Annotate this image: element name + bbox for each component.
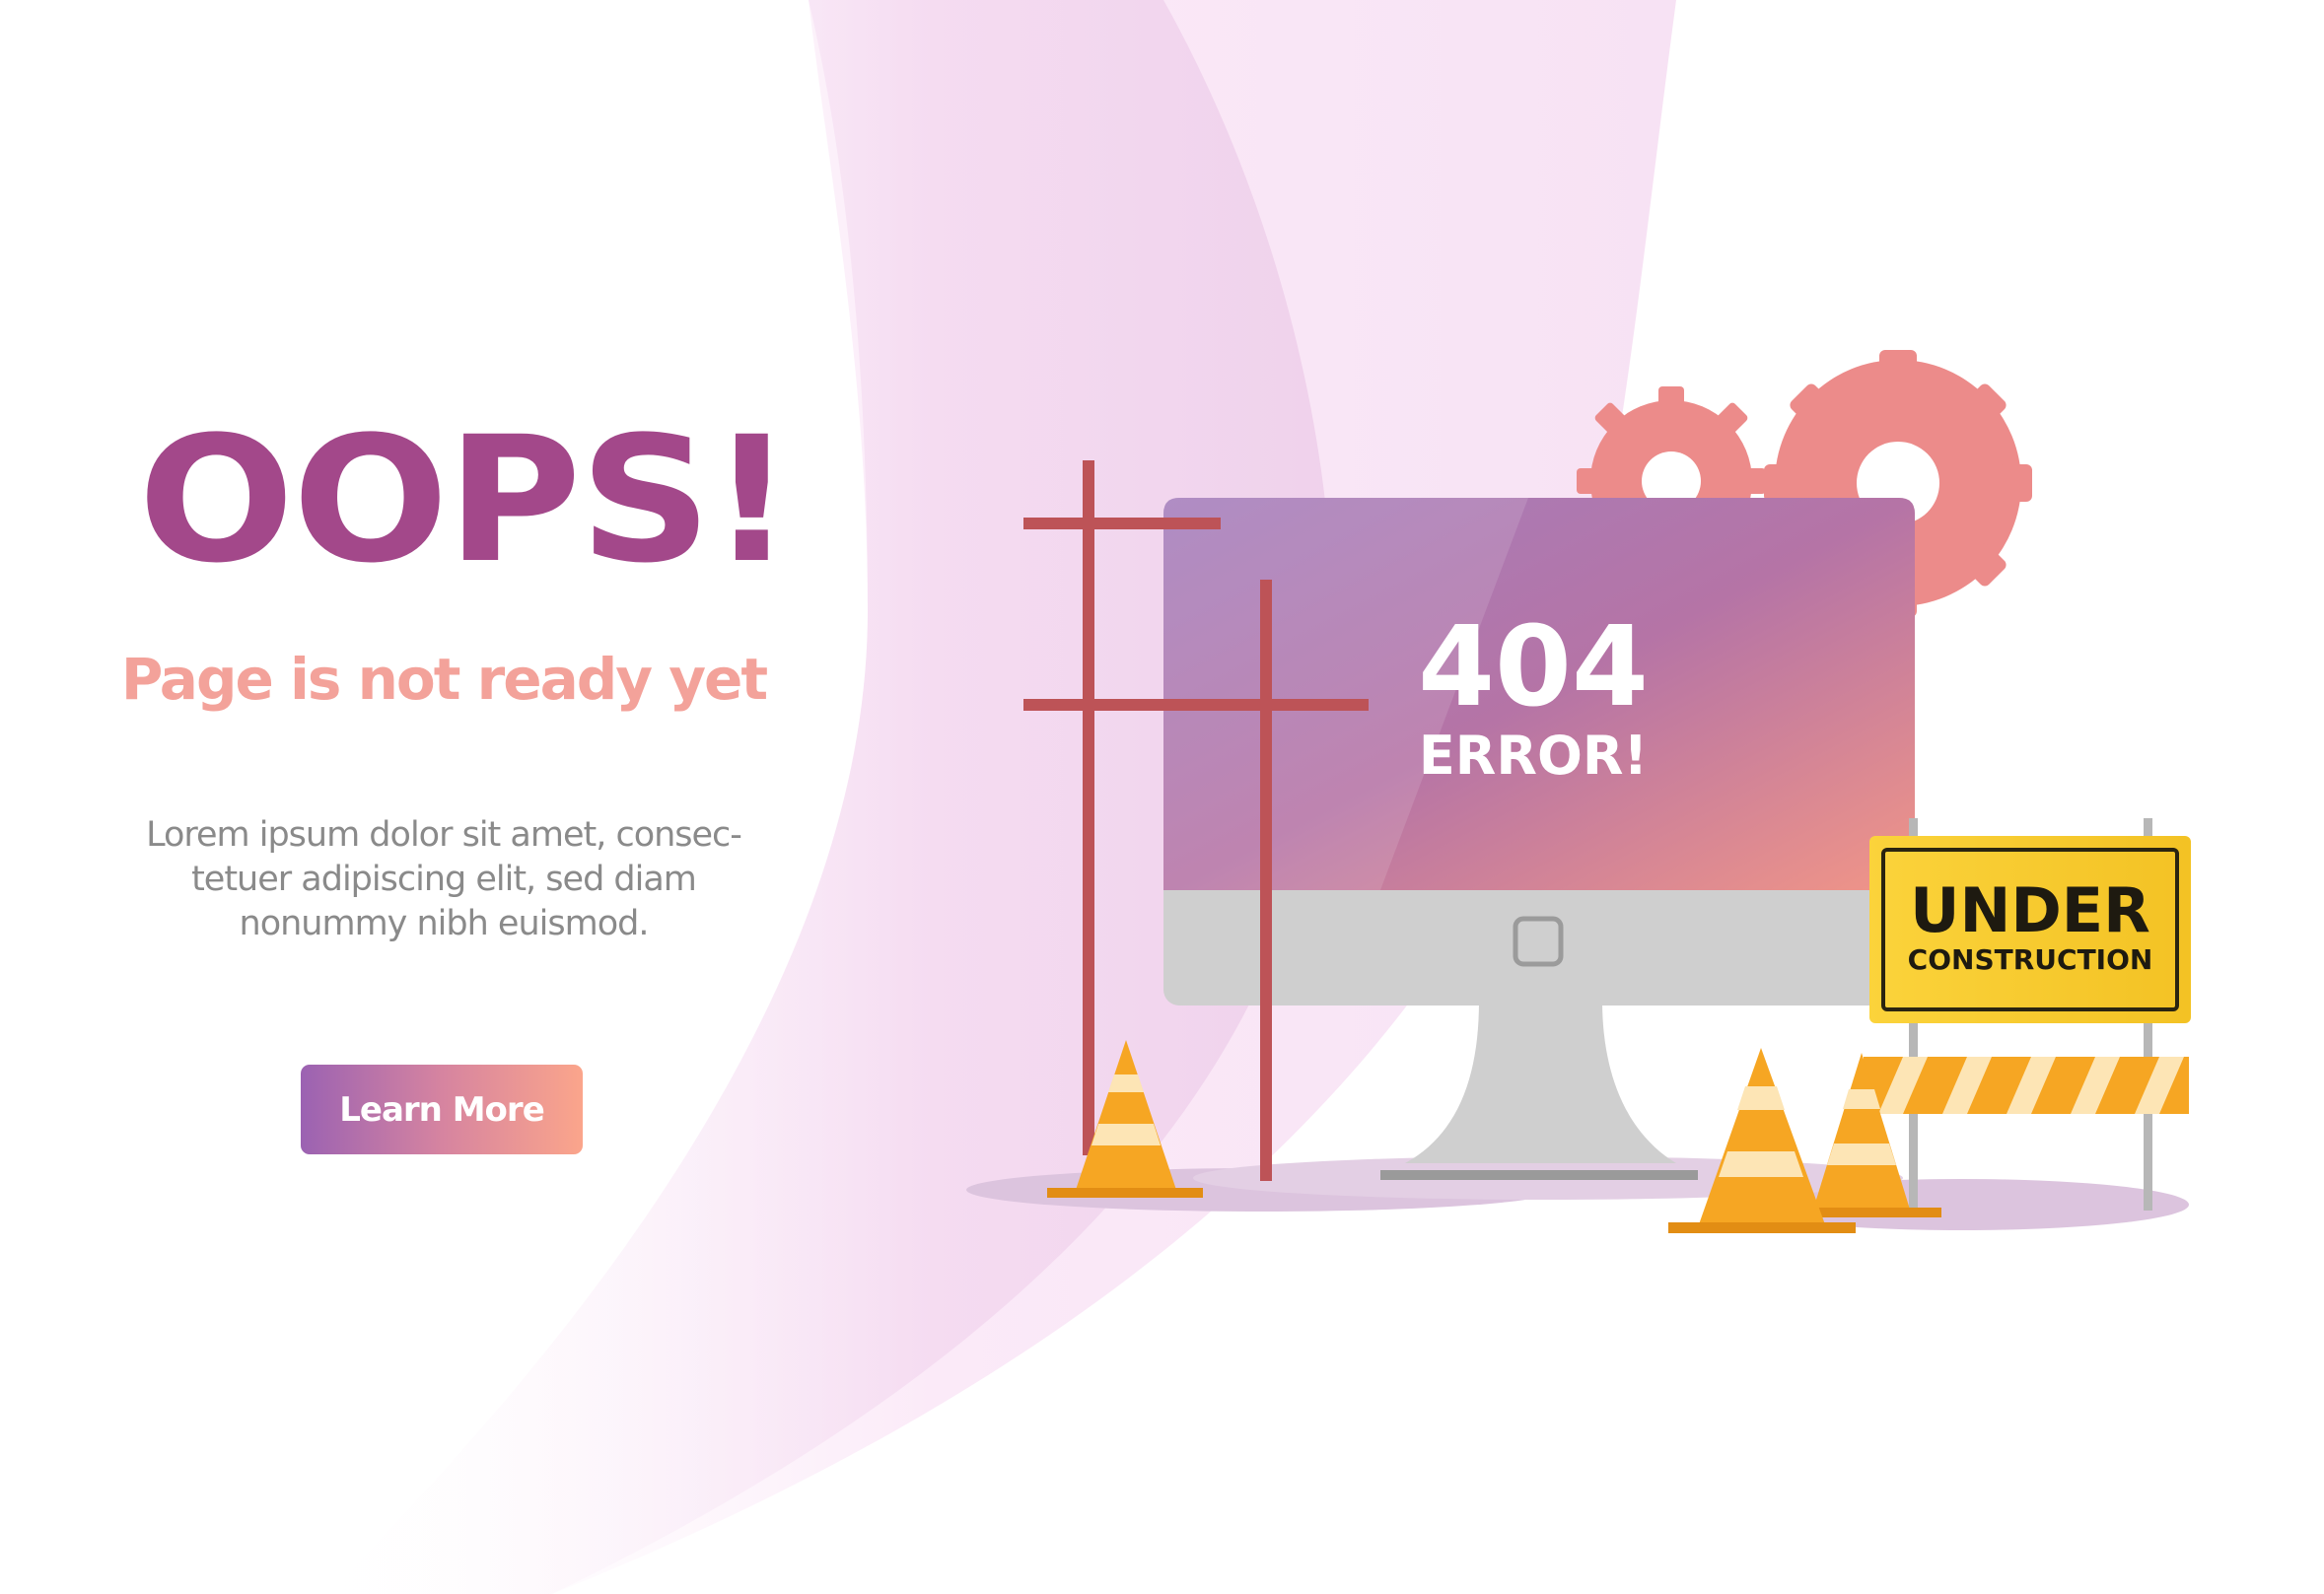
sign-icon: UNDER CONSTRUCTION <box>1869 836 2191 1023</box>
sign-title-text: UNDER <box>1910 874 2150 946</box>
monitor-base <box>1380 1170 1698 1180</box>
sign-subtitle-text: CONSTRUCTION <box>1908 943 2153 976</box>
under-construction-illustration: 404 ERROR! UNDER CONSTRUCTION <box>966 350 2191 1233</box>
error-label-text: ERROR! <box>1419 725 1648 787</box>
error-code-text: 404 <box>1418 603 1649 731</box>
monitor-icon: 404 ERROR! <box>1163 498 1915 1180</box>
error-page: OOPS! Page is not ready yet Lorem ipsum … <box>0 0 2324 1594</box>
utility-pole-icon <box>1260 580 1272 1181</box>
monitor-stand <box>1405 1001 1676 1163</box>
